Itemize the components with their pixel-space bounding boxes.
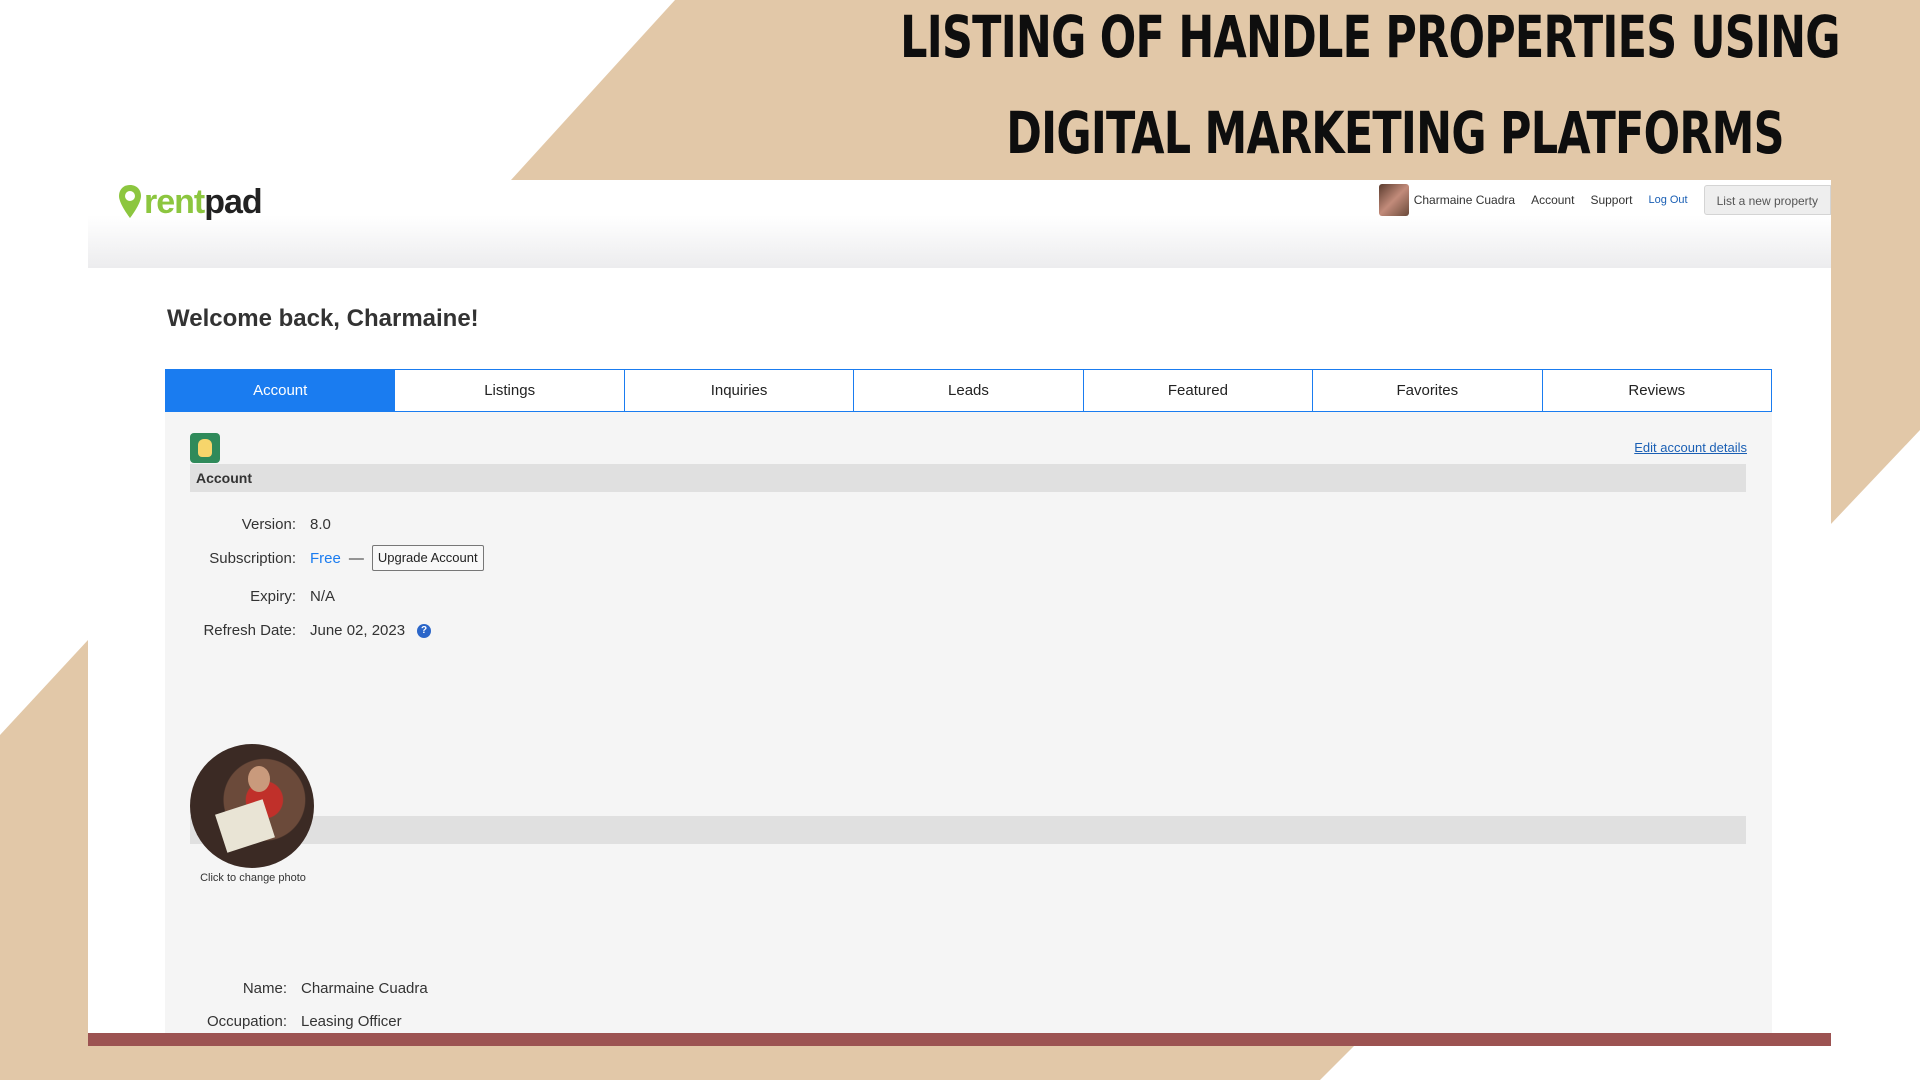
- rentpad-logo[interactable]: rent pad: [118, 182, 263, 222]
- account-section-heading: Account: [190, 464, 1746, 492]
- edit-account-link[interactable]: Edit account details: [1634, 440, 1747, 455]
- version-value: 8.0: [310, 516, 331, 533]
- tab-listings[interactable]: Listings: [394, 370, 624, 411]
- user-name-link[interactable]: Charmaine Cuadra: [1414, 193, 1515, 207]
- personal-info-heading: Personal Info: [190, 816, 1746, 844]
- logo-rent-text: rent: [144, 182, 205, 221]
- user-avatar[interactable]: [1378, 184, 1409, 216]
- expiry-label: Expiry:: [250, 588, 296, 605]
- badge-icon: [190, 433, 220, 463]
- list-property-button[interactable]: List a new property: [1703, 185, 1831, 215]
- tab-reviews[interactable]: Reviews: [1541, 370, 1771, 411]
- tab-leads[interactable]: Leads: [853, 370, 1083, 411]
- refresh-date-value: June 02, 2023: [310, 622, 406, 639]
- app-screenshot: rent pad Charmaine Cuadra Account Support…: [88, 180, 1831, 1046]
- header-bar: rent pad Charmaine Cuadra Account Support…: [88, 180, 1831, 268]
- bottom-strip: [88, 1033, 1831, 1046]
- slide-title-line1: LISTING OF HANDLE PROPERTIES USING: [900, 3, 1840, 71]
- profile-photo-certificate: [215, 799, 275, 853]
- welcome-heading: Welcome back, Charmaine!: [167, 305, 479, 332]
- refresh-date-label: Refresh Date:: [203, 622, 296, 639]
- tab-inquiries[interactable]: Inquiries: [623, 370, 854, 411]
- upgrade-account-button[interactable]: Upgrade Account: [371, 545, 484, 571]
- subscription-label: Subscription:: [209, 549, 296, 567]
- help-icon[interactable]: ?: [417, 623, 432, 638]
- bottom-beige-shape: [88, 1045, 1355, 1080]
- version-row: Version: 8.0: [165, 516, 331, 533]
- subscription-row: Subscription: Free — Upgrade Account: [165, 545, 484, 571]
- subscription-value: Free: [310, 549, 341, 567]
- logo-pad-text: pad: [204, 182, 262, 221]
- occupation-row: Occupation: Leasing Officer: [156, 1013, 402, 1030]
- map-pin-icon: [119, 185, 141, 218]
- right-beige-shape: [1830, 180, 1920, 525]
- account-link[interactable]: Account: [1531, 193, 1574, 207]
- name-value: Charmaine Cuadra: [301, 980, 428, 997]
- support-link[interactable]: Support: [1590, 193, 1632, 207]
- logout-link[interactable]: Log Out: [1648, 194, 1687, 206]
- expiry-row: Expiry: N/A: [165, 588, 335, 605]
- slide-title-line2: DIGITAL MARKETING PLATFORMS: [1006, 99, 1784, 167]
- name-label: Name:: [242, 980, 287, 997]
- tab-bar: Account Listings Inquiries Leads Feature…: [165, 369, 1772, 412]
- tab-account[interactable]: Account: [166, 370, 395, 411]
- tab-featured[interactable]: Featured: [1082, 370, 1313, 411]
- occupation-value: Leasing Officer: [301, 1013, 402, 1030]
- left-beige-shape: [0, 640, 88, 1080]
- account-panel: Edit account details Account Version: 8.…: [165, 412, 1772, 1046]
- refresh-date-row: Refresh Date: June 02, 2023 ?: [165, 622, 432, 639]
- subscription-dash: —: [348, 549, 364, 567]
- version-label: Version:: [241, 516, 296, 533]
- expiry-value: N/A: [310, 588, 336, 605]
- name-row: Name: Charmaine Cuadra: [156, 980, 428, 997]
- user-nav: Charmaine Cuadra Account Support Log Out…: [1378, 182, 1831, 218]
- profile-photo-face: [248, 766, 270, 792]
- change-photo-caption[interactable]: Click to change photo: [158, 872, 348, 884]
- occupation-label: Occupation:: [206, 1013, 287, 1030]
- profile-photo[interactable]: [190, 744, 314, 868]
- tab-favorites[interactable]: Favorites: [1312, 370, 1542, 411]
- slide: LISTING OF HANDLE PROPERTIES USING DIGIT…: [0, 0, 1920, 1080]
